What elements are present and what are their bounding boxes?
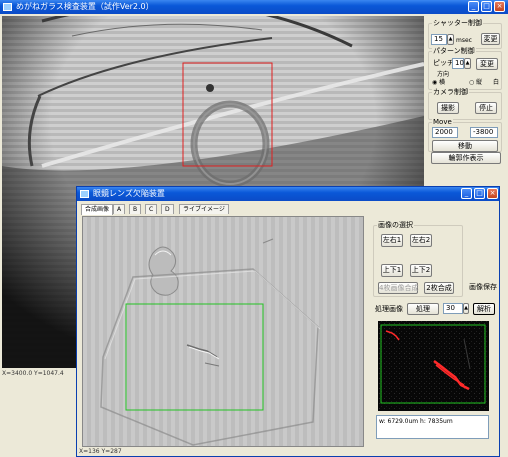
tab-composite[interactable]: 合成画像 <box>81 204 114 215</box>
shutter-spin-icon[interactable]: ▲ <box>447 34 454 45</box>
tab-c[interactable]: C <box>145 204 158 214</box>
move-x-input[interactable]: 2000 <box>432 127 458 138</box>
analysis-image <box>378 321 489 411</box>
horizontal-label: 横 <box>439 79 446 86</box>
defect-close-icon[interactable]: × <box>487 188 498 199</box>
shutter-group: シャッター制御 15 ▲ msec 変更 <box>428 19 502 49</box>
composite-image <box>83 217 363 446</box>
defect-title-bar[interactable]: 眼鏡レンズ欠陥装置 _ □ × <box>77 187 499 201</box>
process-spin-icon[interactable]: ▲ <box>463 303 469 314</box>
analysis-preview <box>378 321 489 411</box>
move-group: Move 2000 -3800 移動 <box>428 118 502 152</box>
defect-title: 眼鏡レンズ欠陥装置 <box>93 189 165 198</box>
pitch-spin-icon[interactable]: ▲ <box>464 58 471 69</box>
tab-a[interactable]: A <box>113 204 126 214</box>
process-button[interactable]: 処理 <box>407 303 439 315</box>
camera-group-label: カメラ制御 <box>432 88 469 97</box>
image-select-group: 画像の選択 左右1 左右2 上下1 上下2 4枚画像合成 2枚合成 <box>373 221 463 297</box>
pattern-group: パターン制御 ピッチ 10 ▲ 変更 方向 ◉ 横 ○ 縦 白 <box>428 47 502 90</box>
analyze-button[interactable]: 解析 <box>473 303 495 315</box>
up-down-2-button[interactable]: 上下2 <box>410 264 432 277</box>
close-icon[interactable]: × <box>494 1 505 12</box>
tab-b[interactable]: B <box>129 204 142 214</box>
shutter-input[interactable]: 15 <box>431 34 447 45</box>
move-button[interactable]: 移動 <box>432 140 498 152</box>
shutter-unit: msec <box>456 37 472 44</box>
process-image-label: 処理画像 <box>375 305 403 313</box>
minimize-icon[interactable]: _ <box>468 1 479 12</box>
vertical-label: 縦 <box>476 79 483 86</box>
contour-display-button[interactable]: 輪郭作表示 <box>431 152 501 164</box>
white-label: 白 <box>493 79 500 86</box>
result-text-box: w: 6729.0um h: 7835um <box>376 415 489 439</box>
left-right-1-button[interactable]: 左右1 <box>381 234 403 247</box>
shutter-change-button[interactable]: 変更 <box>481 33 500 45</box>
pattern-group-label: パターン制御 <box>432 47 476 56</box>
defect-maximize-icon[interactable]: □ <box>474 188 485 199</box>
process-input[interactable]: 30 <box>443 303 463 314</box>
left-right-2-button[interactable]: 左右2 <box>410 234 432 247</box>
move-group-label: Move <box>432 118 453 127</box>
image-tabs: 合成画像 A B C D ライブイメージ <box>81 204 301 216</box>
shutter-group-label: シャッター制御 <box>432 19 483 28</box>
combine-4-button[interactable]: 4枚画像合成 <box>378 282 418 294</box>
tab-d[interactable]: D <box>161 204 174 214</box>
defect-status-bar: X=136 Y=287 <box>79 448 279 456</box>
image-select-label: 画像の選択 <box>377 221 414 230</box>
defect-app-icon <box>80 190 89 198</box>
pitch-label: ピッチ <box>433 59 454 67</box>
up-down-1-button[interactable]: 上下1 <box>381 264 403 277</box>
combine-2-button[interactable]: 2枚合成 <box>424 282 454 294</box>
main-title: めがねガラス検査装置（試作Ver2.0） <box>16 2 154 11</box>
maximize-icon[interactable]: □ <box>481 1 492 12</box>
defect-minimize-icon[interactable]: _ <box>461 188 472 199</box>
capture-button[interactable]: 撮影 <box>437 102 459 114</box>
main-title-bar[interactable]: めがねガラス検査装置（試作Ver2.0） _ □ × <box>0 0 508 14</box>
result-text: w: 6729.0um h: 7835um <box>379 418 453 425</box>
radio-vertical[interactable]: ○ <box>469 78 474 87</box>
composite-image-view[interactable] <box>82 216 364 447</box>
defect-window: 眼鏡レンズ欠陥装置 _ □ × 合成画像 A B C D ライブイメージ 画像の… <box>76 186 500 457</box>
move-y-input[interactable]: -3800 <box>470 127 498 138</box>
pitch-change-button[interactable]: 変更 <box>476 58 498 70</box>
radio-horizontal[interactable]: ◉ <box>432 78 437 87</box>
save-image-button[interactable]: 画像保存 <box>468 281 498 293</box>
tab-live-image[interactable]: ライブイメージ <box>179 204 229 214</box>
main-status-text: X=3400.0 Y=1047.4 <box>2 370 64 377</box>
app-icon <box>3 3 12 11</box>
pitch-input[interactable]: 10 <box>452 58 464 69</box>
camera-group: カメラ制御 撮影 停止 <box>428 88 502 120</box>
defect-status-text: X=136 Y=287 <box>79 448 122 455</box>
stop-button[interactable]: 停止 <box>475 102 497 114</box>
